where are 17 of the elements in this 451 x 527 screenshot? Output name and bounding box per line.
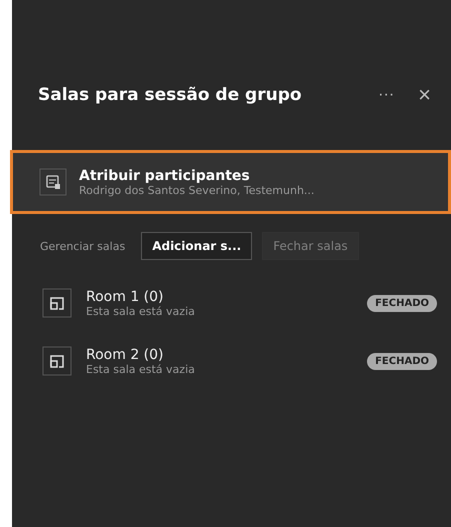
room-name: Room 2 (0) [86, 346, 165, 362]
assign-icon [39, 168, 67, 196]
room-status: Esta sala está vazia [86, 362, 195, 376]
close-button[interactable]: × [410, 78, 439, 112]
assign-subtitle: Rodrigo dos Santos Severino, Testemunh... [79, 184, 314, 196]
more-options-button[interactable]: ··· [370, 82, 402, 108]
room-name: Room 1 (0) [86, 288, 165, 304]
status-badge: FECHADO [367, 352, 437, 370]
room-icon [42, 346, 72, 376]
room-status: Esta sala está vazia [86, 304, 195, 318]
room-icon [42, 288, 72, 318]
panel-title: Salas para sessão de grupo [38, 85, 303, 105]
room-action-button[interactable]: Adicionar s... [141, 232, 252, 260]
assign-title: Atribuir participantes [79, 168, 251, 184]
manage-label: Gerenciar salas [40, 240, 126, 252]
assign-participants-item[interactable]: Atribuir participantes Rodrigo dos Santos Severino, Testemunh... [10, 150, 451, 214]
status-badge: FECHADO [367, 294, 437, 312]
